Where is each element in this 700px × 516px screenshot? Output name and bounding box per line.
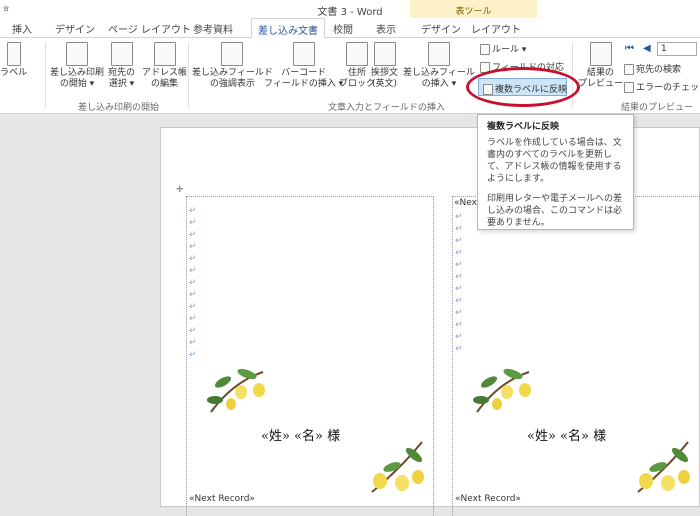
insert-merge-field-icon: [427, 42, 450, 66]
group-write-insert-fields: 文章入力とフィールドの挿入: [328, 103, 445, 113]
paragraph-marks: ↵ ↵ ↵ ↵ ↵ ↵ ↵ ↵ ↵ ↵ ↵ ↵ ↵: [189, 206, 197, 360]
tab-page-layout[interactable]: ページ レイアウト: [108, 21, 191, 36]
group-start-mail-merge: 差し込み印刷の開始: [78, 103, 160, 113]
rules-button[interactable]: ルール ▾: [480, 44, 526, 56]
insert-merge-field-label: 差し込みフィール の挿入 ▾: [403, 68, 475, 89]
preview-results-icon: [589, 42, 612, 66]
previous-record-icon[interactable]: ◀: [643, 43, 651, 54]
start-mail-merge-label: 差し込み印刷 の開始 ▾: [50, 68, 105, 89]
greeting-line-button[interactable]: 挨拶文 (英文): [371, 42, 398, 90]
select-recipients-label: 宛先の 選択 ▾: [108, 68, 136, 89]
labels-icon: [6, 42, 21, 66]
insert-barcode-field-label: バーコード フィールドの挿入 ▾: [264, 68, 344, 89]
recipients-icon: [110, 42, 133, 66]
check-errors-label: エラーのチェック: [636, 83, 700, 93]
highlight-fields-icon: [221, 42, 244, 66]
table-move-handle-icon[interactable]: ✛: [176, 185, 184, 195]
address-book-icon: [153, 42, 176, 66]
preview-results-label: 結果の プレビュー: [578, 68, 624, 89]
tab-table-layout[interactable]: レイアウト: [471, 21, 521, 36]
find-recipient-button[interactable]: 宛先の検索: [624, 64, 681, 76]
tab-insert[interactable]: 挿入: [12, 21, 32, 36]
address-block-icon: [346, 42, 368, 66]
label-cell-left[interactable]: ↵ ↵ ↵ ↵ ↵ ↵ ↵ ↵ ↵ ↵ ↵ ↵ ↵ «姓» «名» 様 «Next Record»: [186, 196, 434, 516]
ribbon-tabs: 挿入 デザイン ページ レイアウト 参考資料 差し込み文書 校閲 表示 デザイン…: [0, 18, 700, 39]
rules-label: ルール ▾: [492, 45, 527, 55]
greeting-line-label: 挨拶文 (英文): [371, 68, 399, 89]
labels-label: ラベル: [0, 68, 28, 78]
next-record-field[interactable]: «Next Record»: [455, 494, 521, 504]
tab-table-design[interactable]: デザイン: [421, 21, 461, 36]
find-recipient-label: 宛先の検索: [636, 65, 682, 75]
merge-name-field[interactable]: «姓» «名» 様: [261, 425, 340, 444]
edit-recipient-list-label: アドレス帳 の編集: [142, 68, 188, 89]
tab-review[interactable]: 校閲: [333, 21, 353, 36]
window-title: 文書 3 - Word: [317, 7, 383, 18]
tab-mailings[interactable]: 差し込み文書: [251, 18, 325, 39]
address-block-label: 住所 ブロック: [339, 68, 376, 89]
tab-design[interactable]: デザイン: [55, 21, 95, 36]
start-mail-merge-button[interactable]: 差し込み印刷 の開始 ▾: [50, 42, 104, 90]
find-recipient-icon: [624, 64, 634, 75]
tab-view[interactable]: 表示: [376, 21, 396, 36]
check-errors-icon: [624, 82, 634, 93]
next-record-field[interactable]: «Next Record»: [189, 494, 255, 504]
lemon-cluster-image: [371, 441, 424, 493]
first-record-icon[interactable]: ⏮: [625, 43, 634, 54]
check-errors-button[interactable]: エラーのチェック: [624, 82, 700, 94]
address-block-button[interactable]: 住所 ブロック: [339, 42, 375, 90]
barcode-icon: [292, 42, 315, 66]
highlight-merge-fields-button[interactable]: 差し込みフィールド の強調表示: [192, 42, 273, 90]
lemon-branch-image: [473, 368, 531, 413]
edit-recipient-list-button[interactable]: アドレス帳 の編集: [142, 42, 187, 90]
rules-icon: [480, 44, 490, 55]
context-group-label: 表ツール: [455, 7, 492, 17]
record-number-input[interactable]: 1: [657, 42, 697, 56]
insert-merge-field-button[interactable]: 差し込みフィール の挿入 ▾: [403, 42, 475, 90]
paragraph-marks: ↵ ↵ ↵ ↵ ↵ ↵ ↵ ↵ ↵ ↵ ↵ ↵: [455, 212, 463, 354]
labels-button[interactable]: ラベル: [0, 42, 27, 79]
select-recipients-button[interactable]: 宛先の 選択 ▾: [108, 42, 135, 90]
label-cell-right[interactable]: «Nex ↵ ↵ ↵ ↵ ↵ ↵ ↵ ↵ ↵ ↵ ↵ ↵ «姓» «名» 様 «Next Rec: [452, 196, 700, 516]
lemon-branch-image: [207, 368, 265, 413]
group-preview-results: 結果のプレビュー: [621, 103, 694, 113]
document-icon: [66, 42, 88, 66]
title-bar: ㅎ 文書 3 - Word: [0, 0, 700, 18]
ribbon: ラベル 差し込み印刷 の開始 ▾ 宛先の 選択 ▾ アドレス帳 の編集 差し込み…: [0, 38, 700, 114]
annotation-red-ellipse: [466, 67, 580, 107]
update-labels-tooltip: 複数ラベルに反映 ラベルを作成している場合は、文書内のすべてのラベルを更新して、…: [477, 114, 634, 230]
lemon-cluster-image: [637, 441, 690, 493]
tab-references[interactable]: 参考資料: [193, 21, 233, 36]
tooltip-body-2: 印刷用レターや電子メールへの差し込みの場合、このコマンドは必要ありません。: [487, 194, 623, 228]
greeting-line-icon: [373, 42, 396, 66]
highlight-merge-fields-label: 差し込みフィールド の強調表示: [192, 68, 273, 89]
tooltip-title: 複数ラベルに反映: [487, 122, 560, 132]
merge-name-field[interactable]: «姓» «名» 様: [527, 425, 606, 444]
tooltip-body-1: ラベルを作成している場合は、文書内のすべてのラベルを更新して、アドレス帳の情報を…: [487, 138, 622, 184]
preview-results-button[interactable]: 結果の プレビュー: [578, 42, 623, 90]
insert-barcode-field-button[interactable]: バーコード フィールドの挿入 ▾: [264, 42, 343, 90]
next-record-field-partial[interactable]: «Nex: [454, 198, 477, 208]
